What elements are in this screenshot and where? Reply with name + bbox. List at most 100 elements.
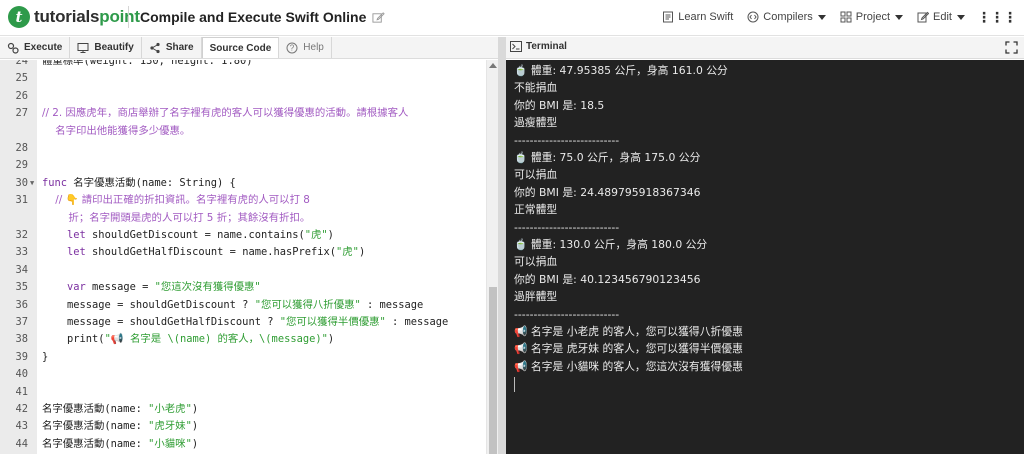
line-number: 41	[15, 385, 28, 398]
code-line[interactable]: 31 // 👇 請印出正確的折扣資訊。名字裡有虎的人可以打 8	[0, 192, 486, 209]
terminal-line: 🍵 體重: 130.0 公斤，身高 180.0 公分	[514, 238, 708, 251]
line-number: 36	[15, 298, 28, 311]
terminal-line: 你的 BMI 是: 24.489795918367346	[514, 185, 701, 199]
edit-title-icon[interactable]	[372, 11, 386, 24]
line-number: 24	[15, 60, 28, 67]
code-token: )	[327, 229, 334, 241]
header-nav: Learn Swift Compilers Project Edit ⋮⋮⋮	[648, 8, 1017, 26]
more-options-icon[interactable]: ⋮⋮⋮	[977, 9, 1017, 26]
code-token: 名字印出他能獲得多少優惠。	[42, 124, 191, 137]
code-text: 折；名字開頭是虎的人可以打 5 折；其餘沒有折扣。	[42, 210, 310, 227]
code-line[interactable]: 41	[0, 384, 486, 401]
nav-learn-label: Learn Swift	[678, 11, 734, 23]
line-number: 44	[15, 437, 28, 450]
code-text: var message = "您這次沒有獲得優惠"	[42, 279, 261, 296]
fold-toggle-icon[interactable]: ▼	[30, 175, 34, 192]
code-line[interactable]: 43 名字優惠活動(name: "虎牙妹")	[0, 418, 486, 435]
beautify-button[interactable]: Beautify	[70, 37, 142, 58]
terminal-header: Terminal	[506, 37, 1024, 59]
tutorialspoint-logo[interactable]: t tutorialspoint	[8, 4, 140, 30]
code-token: : message	[385, 316, 449, 328]
code-text: 名字優惠活動(name: "虎牙妹")	[42, 418, 198, 435]
code-text: let shouldGetHalfDiscount = name.hasPref…	[42, 244, 365, 261]
code-text: }	[42, 349, 48, 366]
editor-scrollbar[interactable]	[486, 60, 498, 454]
beautify-label: Beautify	[94, 42, 134, 53]
code-token: "您可以獲得半價優惠"	[279, 316, 386, 328]
terminal-output[interactable]: 🍵 體重: 47.95385 公斤，身高 161.0 公分 不能捐血 你的 BMI …	[506, 60, 1024, 454]
logo-badge-icon: t	[8, 6, 30, 28]
code-line[interactable]: 44 名字優惠活動(name: "小貓咪")	[0, 436, 486, 453]
terminal-line: 📢 名字是 小貓咪 的客人，您這次沒有獲得優惠	[514, 359, 743, 373]
nav-learn-swift[interactable]: Learn Swift	[662, 8, 733, 26]
code-token: "小老虎"	[148, 403, 192, 415]
code-line[interactable]: 35 var message = "您這次沒有獲得優惠"	[0, 279, 486, 296]
tab-terminal[interactable]: Terminal	[510, 41, 567, 52]
code-line[interactable]: 39}	[0, 349, 486, 366]
code-text: 名字優惠活動(name: "小老虎")	[42, 401, 198, 418]
code-editor[interactable]: 24 體重標準(weight: 130, height: 1.80) 25 26 27 /…	[0, 60, 498, 454]
pencil-square-icon	[917, 11, 930, 23]
code-line[interactable]: 24 體重標準(weight: 130, height: 1.80)	[0, 60, 486, 70]
code-line[interactable]: 28	[0, 140, 486, 157]
terminal-line: 正常體型	[514, 203, 558, 217]
terminal-tab-label: Terminal	[526, 41, 567, 52]
code-line[interactable]: 30 ▼ func 名字優惠活動(name: String) {	[0, 175, 486, 192]
code-line[interactable]: 33 let shouldGetHalfDiscount = name.hasP…	[0, 244, 486, 261]
code-token: var	[42, 281, 86, 294]
code-token: 折；名字開頭是虎的人可以打 5 折；其餘沒有折扣。	[42, 211, 311, 224]
help-button[interactable]: ? Help	[279, 37, 332, 58]
code-line[interactable]: 38 print("📢 名字是 \(name) 的客人，\(message)")	[0, 331, 486, 348]
line-number: 31	[15, 194, 28, 207]
nav-compilers[interactable]: Compilers	[747, 8, 826, 26]
line-number: 39	[15, 350, 28, 363]
nav-edit[interactable]: Edit	[917, 8, 965, 26]
editor-scroll-thumb[interactable]	[489, 287, 497, 454]
terminal-line: 可以捐血	[514, 255, 558, 269]
share-label: Share	[165, 42, 194, 53]
line-number: 29	[15, 159, 28, 172]
code-line[interactable]: 折；名字開頭是虎的人可以打 5 折；其餘沒有折扣。	[0, 210, 486, 227]
code-line[interactable]: 29	[0, 157, 486, 174]
terminal-cursor	[514, 377, 515, 392]
execute-button[interactable]: Execute	[0, 37, 71, 58]
terminal-line: 📢 名字是 小老虎 的客人，您可以獲得八折優惠	[514, 325, 743, 338]
code-token: "您可以獲得八折優惠"	[254, 298, 361, 311]
code-line[interactable]: 40	[0, 366, 486, 383]
code-token: "虎牙妹"	[148, 420, 192, 433]
scroll-up-arrow-icon[interactable]	[489, 63, 497, 68]
page-title-text: Compile and Execute Swift Online	[140, 9, 367, 25]
code-text: let shouldGetDiscount = name.contains("虎…	[42, 227, 334, 244]
code-line[interactable]: 34	[0, 262, 486, 279]
svg-text:?: ?	[290, 43, 295, 52]
nav-project[interactable]: Project	[840, 8, 904, 26]
code-token: "小貓咪"	[148, 437, 192, 450]
maximize-icon[interactable]	[1005, 41, 1018, 54]
nav-compilers-label: Compilers	[763, 11, 813, 23]
terminal-line: 🍵 體重: 75.0 公斤，身高 175.0 公分	[514, 151, 701, 164]
terminal-line: 過胖體型	[514, 290, 558, 304]
share-button[interactable]: Share	[142, 37, 202, 58]
code-line[interactable]: 名字印出他能獲得多少優惠。	[0, 123, 486, 140]
tab-source-code[interactable]: Source Code	[201, 37, 280, 58]
code-token: // 👇 請印出正確的折扣資訊。名字裡有虎的人可以打 8	[42, 194, 310, 207]
code-line[interactable]: 36 message = shouldGetDiscount ? "您可以獲得八…	[0, 297, 486, 314]
pane-splitter[interactable]	[498, 37, 506, 454]
code-line[interactable]: 26	[0, 88, 486, 105]
code-token: "您這次沒有獲得優惠"	[154, 281, 261, 294]
page-title: Compile and Execute Swift Online	[140, 9, 386, 25]
code-token: shouldGetHalfDiscount = name.hasPrefix(	[85, 246, 337, 259]
code-token: let	[42, 229, 86, 241]
code-line[interactable]: 27 // 2. 因應虎年，商店舉辦了名字裡有虎的客人可以獲得優惠的活動。請根據客…	[0, 105, 486, 122]
code-token: 名字優惠活動(name: String) {	[67, 176, 236, 189]
code-token: 體重標準(weight: 130, height: 1.80)	[42, 60, 253, 67]
code-text: // 2. 因應虎年，商店舉辦了名字裡有虎的客人可以獲得優惠的活動。請根據客人	[42, 105, 408, 122]
code-line[interactable]: 25	[0, 70, 486, 87]
code-line[interactable]: 42 名字優惠活動(name: "小老虎")	[0, 401, 486, 418]
code-token: "📢 名字是 \(name) 的客人，\(message)"	[104, 333, 328, 346]
line-number: 28	[15, 142, 28, 154]
code-line[interactable]: 32 let shouldGetDiscount = name.contains…	[0, 227, 486, 244]
terminal-line: ---------------------------	[514, 307, 620, 321]
nav-project-label: Project	[855, 11, 891, 23]
code-line[interactable]: 37 message = shouldGetHalfDiscount ? "您可…	[0, 314, 486, 331]
